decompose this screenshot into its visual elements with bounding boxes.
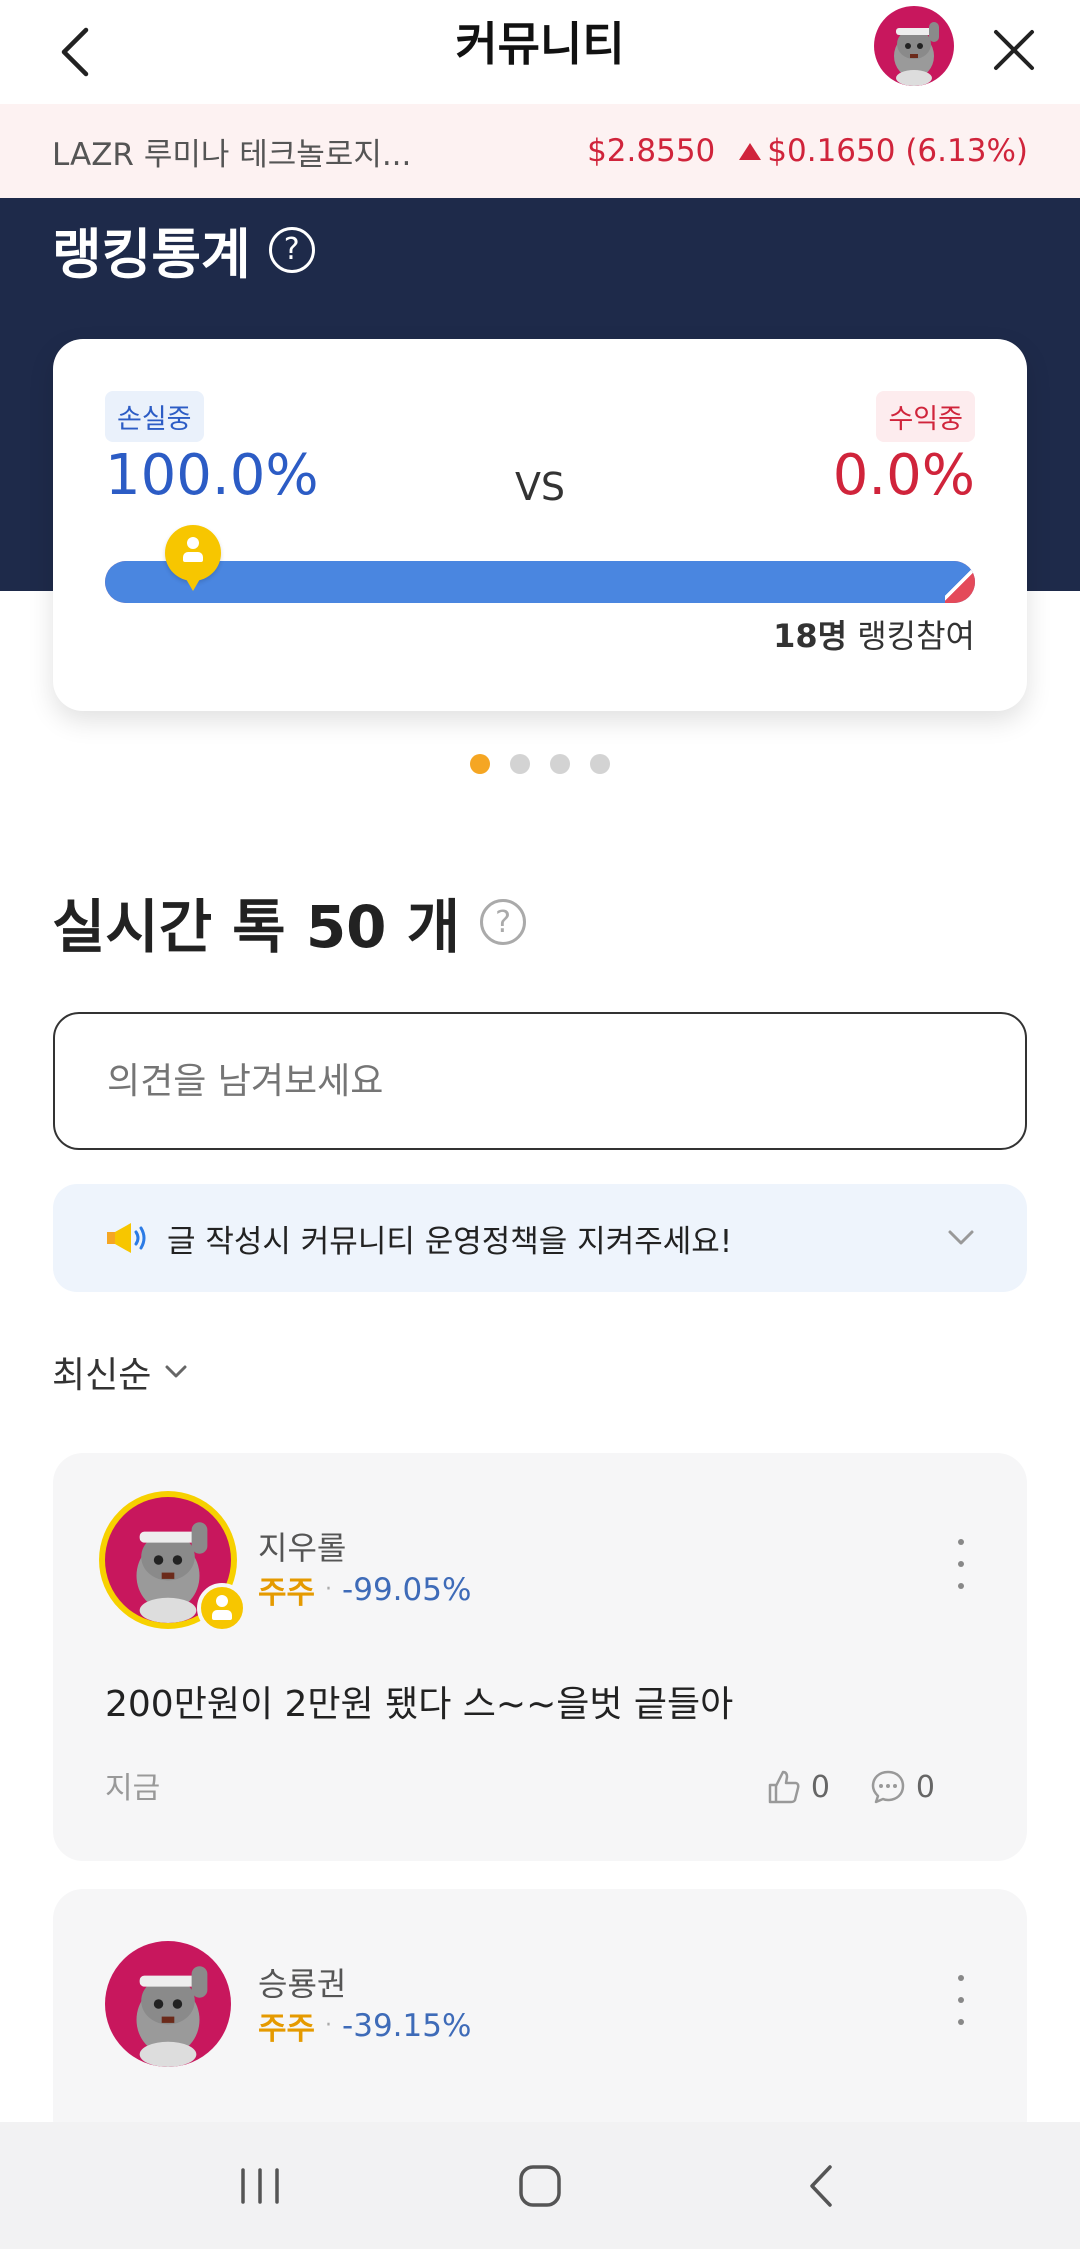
profit-badge: 수익중 bbox=[876, 391, 975, 442]
system-navigation-bar bbox=[0, 2122, 1080, 2249]
shareholder-badge-icon bbox=[197, 1583, 247, 1633]
comment-bubble-icon bbox=[871, 1770, 905, 1804]
stock-price: $2.8550 bbox=[587, 133, 716, 169]
user-return: -39.15% bbox=[342, 2007, 472, 2044]
user-avatar[interactable] bbox=[105, 1941, 231, 2067]
thumbs-up-icon bbox=[768, 1770, 800, 1804]
policy-notice-text: 글 작성시 커뮤니티 운영정책을 지켜주세요! bbox=[167, 1223, 733, 1260]
policy-notice[interactable]: 글 작성시 커뮤니티 운영정책을 지켜주세요! bbox=[53, 1184, 1027, 1292]
more-options-icon[interactable] bbox=[951, 1539, 971, 1589]
participants-number: 18명 bbox=[773, 617, 848, 655]
ranking-help-icon[interactable]: ? bbox=[268, 226, 315, 273]
carousel-dot[interactable] bbox=[510, 754, 530, 774]
comment-button[interactable]: 0 bbox=[870, 1769, 935, 1805]
mascot-avatar-icon bbox=[894, 22, 939, 86]
carousel-dot[interactable] bbox=[550, 754, 570, 774]
ranking-title: 랭킹통계 bbox=[52, 223, 251, 286]
chevron-down-icon bbox=[165, 1365, 187, 1378]
megaphone-icon bbox=[105, 1220, 151, 1256]
meta-separator: · bbox=[325, 2013, 333, 2038]
profile-avatar[interactable] bbox=[874, 6, 954, 86]
up-triangle-icon bbox=[739, 142, 762, 160]
carousel-dot[interactable] bbox=[470, 754, 490, 774]
post-content: 200만원이 2만원 됐다 스~~을벗 긑들아 bbox=[105, 1684, 734, 1725]
ranking-title-row: 랭킹통계 ? bbox=[52, 210, 315, 289]
stock-change: $0.1650 (6.13%) bbox=[767, 133, 1028, 169]
live-talk-help-icon[interactable]: ? bbox=[480, 899, 527, 945]
live-talk-title-row: 실시간 톡 50 개 ? bbox=[52, 880, 527, 964]
loss-badge: 손실중 bbox=[105, 391, 204, 442]
post-username[interactable]: 승룡권 bbox=[258, 1959, 346, 2005]
comment-input[interactable] bbox=[53, 1012, 1027, 1150]
more-options-icon[interactable] bbox=[951, 1975, 971, 2025]
user-grade: 주주 bbox=[258, 1575, 316, 1611]
user-return: -99.05% bbox=[342, 1571, 472, 1608]
post-card[interactable]: 승룡권 주주 · -39.15% bbox=[53, 1889, 1027, 2149]
close-icon bbox=[994, 30, 1034, 70]
loss-ratio-fill bbox=[105, 561, 975, 603]
home-button[interactable] bbox=[495, 2141, 585, 2231]
post-time: 지금 bbox=[105, 1771, 161, 1806]
stock-name: LAZR 루미나 테크놀로지... bbox=[52, 136, 412, 173]
post-username[interactable]: 지우롤 bbox=[258, 1523, 346, 1569]
top-bar: 커뮤니티 bbox=[0, 0, 1080, 104]
user-grade: 주주 bbox=[258, 2011, 316, 2047]
live-talk-title: 실시간 톡 50 개 bbox=[52, 893, 461, 961]
sort-dropdown[interactable]: 최신순 bbox=[52, 1346, 187, 1398]
mascot-avatar-icon bbox=[136, 1966, 208, 2067]
profit-percent: 0.0% bbox=[832, 443, 975, 508]
stock-ticker-bar[interactable]: LAZR 루미나 테크놀로지... $2.8550 $0.1650 (6.13%… bbox=[0, 104, 1080, 198]
my-position-marker-icon bbox=[165, 525, 221, 591]
carousel-indicator bbox=[0, 754, 1080, 774]
participants-count: 18명 랭킹참여 bbox=[773, 611, 975, 657]
sort-label: 최신순 bbox=[52, 1355, 152, 1396]
post-actions: 0 0 bbox=[727, 1769, 935, 1805]
like-button[interactable]: 0 bbox=[767, 1769, 830, 1805]
like-count: 0 bbox=[810, 1769, 830, 1805]
chevron-left-icon bbox=[810, 2164, 832, 2207]
ranking-ratio-bar bbox=[105, 561, 975, 603]
chevron-down-icon bbox=[948, 1230, 974, 1245]
home-icon bbox=[519, 2164, 561, 2207]
profit-ratio-tip bbox=[945, 561, 975, 603]
recent-apps-icon bbox=[241, 2167, 279, 2204]
ranking-card: 손실중 수익중 100.0% VS 0.0% 18명 랭킹참여 bbox=[53, 339, 1027, 711]
carousel-dot[interactable] bbox=[590, 754, 610, 774]
participants-suffix: 랭킹참여 bbox=[847, 617, 975, 655]
post-user-meta: 주주 · -39.15% bbox=[258, 2003, 471, 2048]
recent-apps-button[interactable] bbox=[215, 2141, 305, 2231]
post-card[interactable]: 지우롤 주주 · -99.05% 200만원이 2만원 됐다 스~~을벗 긑들아… bbox=[53, 1453, 1027, 1861]
post-user-meta: 주주 · -99.05% bbox=[258, 1567, 471, 1612]
meta-separator: · bbox=[325, 1577, 333, 1602]
comment-count: 0 bbox=[915, 1769, 935, 1805]
system-back-button[interactable] bbox=[775, 2141, 865, 2231]
close-button[interactable] bbox=[976, 12, 1052, 88]
